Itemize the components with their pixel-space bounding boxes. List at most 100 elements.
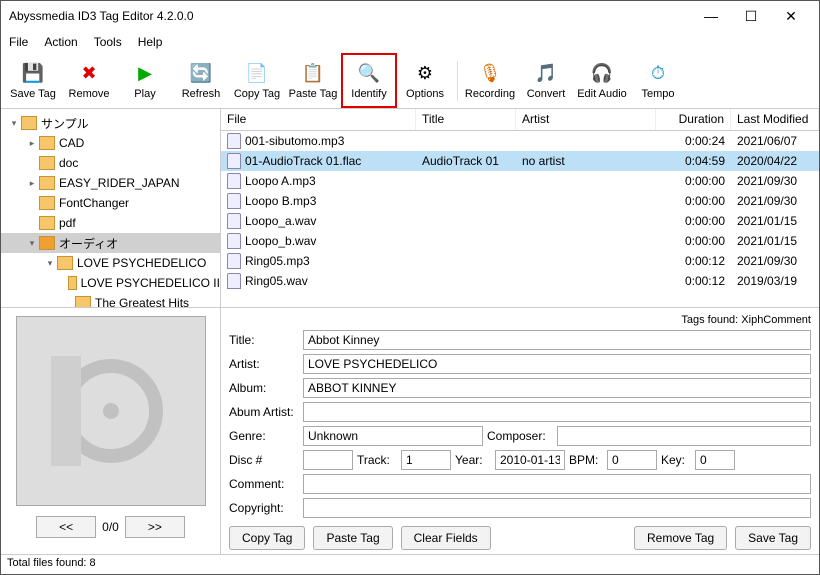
- file-icon: [227, 233, 241, 249]
- file-row[interactable]: Loopo_b.wav0:00:002021/01/15: [221, 231, 819, 251]
- tags-found: Tags found: XiphComment: [229, 312, 811, 328]
- play-icon: ▶: [133, 62, 157, 86]
- expand-icon[interactable]: ▸: [25, 138, 39, 149]
- col-title[interactable]: Title: [416, 109, 516, 130]
- file-icon: [227, 153, 241, 169]
- recording-icon: 🎙: [478, 62, 502, 86]
- disc-input[interactable]: [303, 450, 353, 470]
- minimize-button[interactable]: ―: [691, 8, 731, 24]
- albumartist-input[interactable]: [303, 402, 811, 422]
- disc-label: Disc #: [229, 453, 299, 467]
- next-button[interactable]: >>: [125, 516, 185, 538]
- toolbar: 💾Save Tag✖Remove▶Play🔄Refresh📄Copy Tag📋P…: [1, 53, 819, 109]
- title-input[interactable]: [303, 330, 811, 350]
- toolbar-tempo[interactable]: ⏱Tempo: [630, 53, 686, 108]
- cover-pane: << 0/0 >>: [1, 308, 221, 554]
- save-tag-icon: 💾: [21, 62, 45, 86]
- clear-fields-button[interactable]: Clear Fields: [401, 526, 491, 550]
- file-row[interactable]: Ring05.wav0:00:122019/03/19: [221, 271, 819, 291]
- artist-label: Artist:: [229, 357, 299, 371]
- file-list[interactable]: 001-sibutomo.mp30:00:242021/06/0701-Audi…: [221, 131, 819, 307]
- toolbar-save-tag[interactable]: 💾Save Tag: [5, 53, 61, 108]
- paste-tag-button[interactable]: Paste Tag: [313, 526, 392, 550]
- tree-item[interactable]: LOVE PSYCHEDELICO II: [1, 273, 220, 293]
- album-input[interactable]: [303, 378, 811, 398]
- expand-icon[interactable]: ▾: [7, 118, 21, 129]
- remove-tag-button[interactable]: Remove Tag: [634, 526, 727, 550]
- toolbar-play[interactable]: ▶Play: [117, 53, 173, 108]
- identify-icon: 🔍: [357, 62, 381, 86]
- file-row[interactable]: 001-sibutomo.mp30:00:242021/06/07: [221, 131, 819, 151]
- year-input[interactable]: [495, 450, 565, 470]
- file-row[interactable]: 01-AudioTrack 01.flacAudioTrack 01no art…: [221, 151, 819, 171]
- bpm-input[interactable]: [607, 450, 657, 470]
- tree-item[interactable]: pdf: [1, 213, 220, 233]
- save-tag-button[interactable]: Save Tag: [735, 526, 811, 550]
- key-input[interactable]: [695, 450, 735, 470]
- tree-item[interactable]: ▾サンプル: [1, 113, 220, 133]
- toolbar-identify[interactable]: 🔍Identify: [341, 53, 397, 108]
- tree-item[interactable]: ▾LOVE PSYCHEDELICO: [1, 253, 220, 273]
- file-icon: [227, 133, 241, 149]
- toolbar-options[interactable]: ⚙Options: [397, 53, 453, 108]
- tempo-icon: ⏱: [646, 62, 670, 86]
- menu-action[interactable]: Action: [44, 35, 77, 49]
- file-list-header[interactable]: File Title Artist Duration Last Modified: [221, 109, 819, 131]
- toolbar-copy-tag[interactable]: 📄Copy Tag: [229, 53, 285, 108]
- col-duration[interactable]: Duration: [656, 109, 731, 130]
- toolbar-remove[interactable]: ✖Remove: [61, 53, 117, 108]
- folder-icon: [39, 156, 55, 170]
- copy-tag-button[interactable]: Copy Tag: [229, 526, 305, 550]
- toolbar-edit-audio[interactable]: 🎧Edit Audio: [574, 53, 630, 108]
- file-row[interactable]: Loopo B.mp30:00:002021/09/30: [221, 191, 819, 211]
- col-modified[interactable]: Last Modified: [731, 109, 819, 130]
- window-title: Abyssmedia ID3 Tag Editor 4.2.0.0: [9, 9, 691, 23]
- genre-input[interactable]: [303, 426, 483, 446]
- tree-item[interactable]: FontChanger: [1, 193, 220, 213]
- edit-audio-icon: 🎧: [590, 62, 614, 86]
- toolbar-convert[interactable]: 🎵Convert: [518, 53, 574, 108]
- expand-icon[interactable]: ▾: [43, 258, 57, 269]
- file-row[interactable]: Loopo A.mp30:00:002021/09/30: [221, 171, 819, 191]
- folder-icon: [75, 296, 91, 307]
- folder-tree[interactable]: ▾サンプル▸CADdoc▸EASY_RIDER_JAPANFontChanger…: [1, 109, 221, 307]
- menu-file[interactable]: File: [9, 35, 28, 49]
- tree-item[interactable]: ▸CAD: [1, 133, 220, 153]
- album-art[interactable]: [16, 316, 206, 506]
- tree-item[interactable]: ▸EASY_RIDER_JAPAN: [1, 173, 220, 193]
- folder-icon: [57, 256, 73, 270]
- expand-icon[interactable]: ▾: [25, 238, 39, 249]
- artist-input[interactable]: [303, 354, 811, 374]
- close-button[interactable]: ✕: [771, 8, 811, 25]
- year-label: Year:: [455, 453, 491, 467]
- file-row[interactable]: Loopo_a.wav0:00:002021/01/15: [221, 211, 819, 231]
- nav-pos: 0/0: [102, 520, 119, 534]
- tree-item[interactable]: doc: [1, 153, 220, 173]
- toolbar-recording[interactable]: 🎙Recording: [462, 53, 518, 108]
- toolbar-paste-tag[interactable]: 📋Paste Tag: [285, 53, 341, 108]
- tree-item[interactable]: ▾オーディオ: [1, 233, 220, 253]
- remove-icon: ✖: [77, 62, 101, 86]
- folder-icon: [39, 136, 55, 150]
- expand-icon[interactable]: ▸: [25, 178, 39, 189]
- prev-button[interactable]: <<: [36, 516, 96, 538]
- maximize-button[interactable]: ☐: [731, 8, 771, 25]
- comment-input[interactable]: [303, 474, 811, 494]
- titlebar: Abyssmedia ID3 Tag Editor 4.2.0.0 ― ☐ ✕: [1, 1, 819, 31]
- col-artist[interactable]: Artist: [516, 109, 656, 130]
- menu-help[interactable]: Help: [138, 35, 163, 49]
- tree-item[interactable]: The Greatest Hits: [1, 293, 220, 307]
- menu-tools[interactable]: Tools: [94, 35, 122, 49]
- track-input[interactable]: [401, 450, 451, 470]
- toolbar-refresh[interactable]: 🔄Refresh: [173, 53, 229, 108]
- album-label: Album:: [229, 381, 299, 395]
- col-file[interactable]: File: [221, 109, 416, 130]
- tag-editor: Tags found: XiphComment Title: Artist: A…: [221, 308, 819, 554]
- bpm-label: BPM:: [569, 453, 603, 467]
- folder-icon: [39, 196, 55, 210]
- copyright-label: Copyright:: [229, 501, 299, 515]
- composer-input[interactable]: [557, 426, 811, 446]
- file-row[interactable]: Ring05.mp30:00:122021/09/30: [221, 251, 819, 271]
- file-icon: [227, 253, 241, 269]
- copyright-input[interactable]: [303, 498, 811, 518]
